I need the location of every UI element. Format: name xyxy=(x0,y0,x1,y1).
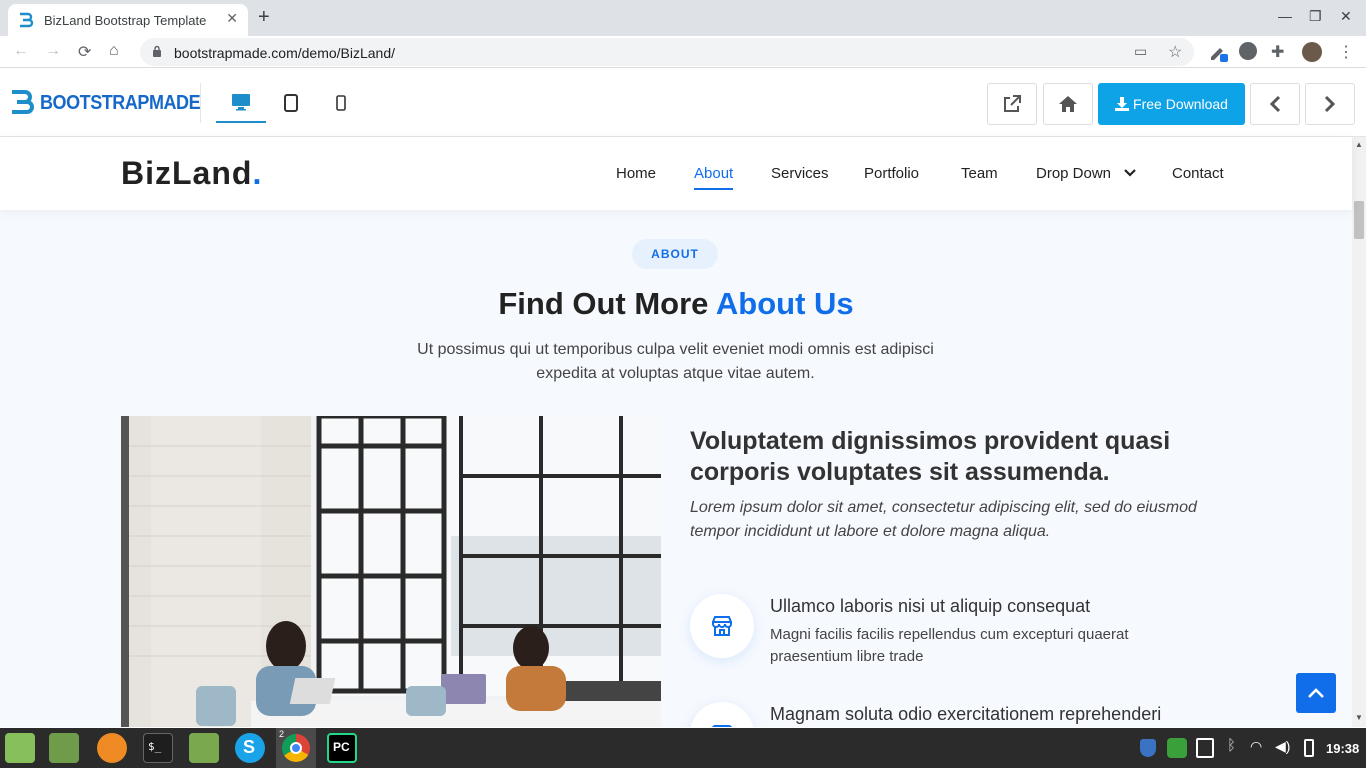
scroll-down-arrow-icon[interactable]: ▼ xyxy=(1355,713,1363,722)
bootstrapmade-logo-icon xyxy=(12,90,34,114)
image-icon xyxy=(712,725,732,727)
extension-mask-icon[interactable] xyxy=(1239,42,1257,60)
desktop-view-button[interactable] xyxy=(216,83,266,123)
tablet-icon xyxy=(284,94,298,112)
site-logo-dot: . xyxy=(252,155,263,191)
site-logo-text: BizLand xyxy=(121,155,253,191)
bootstrapmade-logo-text: BOOTSTRAPMADE xyxy=(40,91,201,114)
feature-2-icon-wrap xyxy=(690,702,754,727)
close-tab-icon[interactable]: ✕ xyxy=(226,10,238,27)
section-lead: Ut possimus qui ut temporibus culpa veli… xyxy=(417,341,934,382)
clipboard-icon[interactable] xyxy=(1196,738,1214,758)
about-italic-text: Lorem ipsum dolor sit amet, consectetur … xyxy=(690,499,1197,540)
restore-window-icon[interactable]: ❐ xyxy=(1309,8,1322,25)
terminal-icon[interactable]: $_ xyxy=(143,733,173,763)
bluetooth-icon[interactable]: ᛒ xyxy=(1227,737,1236,754)
desktop-icon xyxy=(232,94,250,111)
show-desktop-icon[interactable] xyxy=(49,733,79,763)
tablet-view-button[interactable] xyxy=(266,83,316,123)
extensions-puzzle-icon[interactable]: ✚ xyxy=(1271,42,1284,62)
volume-icon[interactable]: ◀) xyxy=(1275,738,1290,755)
battery-icon[interactable] xyxy=(1304,739,1314,757)
about-photo xyxy=(121,416,661,727)
extension-pen-icon[interactable] xyxy=(1208,42,1228,62)
minimize-window-icon[interactable]: — xyxy=(1278,8,1292,24)
browser-tab[interactable]: BizLand Bootstrap Template ✕ xyxy=(8,4,248,36)
os-taskbar: $_ S 2 PC ᛒ ◠ ◀) 19:38 xyxy=(0,728,1366,768)
profile-avatar[interactable] xyxy=(1302,42,1322,62)
free-download-label: Free Download xyxy=(1133,96,1228,112)
page-scrollbar[interactable]: ▲ ▼ xyxy=(1352,137,1366,727)
feature-1-icon-wrap xyxy=(690,594,754,658)
browser-toolbar: ← → ⟳ ⌂ bootstrapmade.com/demo/BizLand/ … xyxy=(0,36,1366,68)
next-template-button[interactable] xyxy=(1305,83,1355,125)
bookmark-star-icon[interactable]: ☆ xyxy=(1168,42,1182,62)
close-window-icon[interactable]: ✕ xyxy=(1340,8,1352,25)
browser-tab-strip: BizLand Bootstrap Template ✕ + — ❐ ✕ xyxy=(0,0,1366,36)
cast-icon[interactable]: ▭ xyxy=(1134,43,1147,60)
section-title-accent: About Us xyxy=(715,286,854,321)
house-icon xyxy=(1059,96,1077,112)
previous-template-button[interactable] xyxy=(1250,83,1300,125)
section-title: Find Out More About Us xyxy=(0,286,1352,322)
url-text: bootstrapmade.com/demo/BizLand/ xyxy=(174,45,396,61)
nav-services[interactable]: Services xyxy=(771,165,829,182)
chrome-window-count: 2 xyxy=(279,729,285,739)
section-title-prefix: Find Out More xyxy=(498,286,716,321)
nav-home[interactable]: Home xyxy=(616,165,656,182)
mobile-icon xyxy=(336,95,346,111)
shield-icon[interactable] xyxy=(1140,739,1156,757)
open-new-window-button[interactable] xyxy=(987,83,1037,125)
tab-title: BizLand Bootstrap Template xyxy=(44,12,207,28)
chevron-right-icon xyxy=(1324,95,1336,113)
preview-toolbar: BOOTSTRAPMADE Free Download xyxy=(0,69,1366,137)
scrollbar-thumb[interactable] xyxy=(1354,201,1364,239)
external-link-icon xyxy=(1004,95,1021,112)
home-icon[interactable]: ⌂ xyxy=(109,42,119,60)
nav-contact[interactable]: Contact xyxy=(1172,165,1224,182)
update-check-icon[interactable] xyxy=(1167,738,1187,758)
store-icon xyxy=(712,616,732,636)
wifi-icon[interactable]: ◠ xyxy=(1250,738,1262,755)
download-icon xyxy=(1115,97,1130,111)
taskbar-clock[interactable]: 19:38 xyxy=(1326,741,1359,756)
site-header: BizLand. Home About Services Portfolio T… xyxy=(0,137,1352,210)
mint-menu-icon[interactable] xyxy=(5,733,35,763)
firefox-icon[interactable] xyxy=(97,733,127,763)
feature-1-title[interactable]: Ullamco laboris nisi ut aliquip consequa… xyxy=(770,596,1090,617)
feature-1-desc: Magni facilis facilis repellendus cum ex… xyxy=(770,626,1129,665)
chevron-left-icon xyxy=(1269,95,1281,113)
nav-about[interactable]: About xyxy=(694,165,734,190)
chrome-taskbar-active[interactable]: 2 xyxy=(276,728,316,768)
chrome-icon-center xyxy=(290,742,302,754)
preview-divider xyxy=(200,83,201,123)
forward-arrow-icon[interactable]: → xyxy=(45,42,61,60)
site-logo[interactable]: BizLand. xyxy=(121,155,262,192)
scroll-up-arrow-icon[interactable]: ▲ xyxy=(1355,140,1363,149)
back-arrow-icon[interactable]: ← xyxy=(13,42,29,60)
nav-team[interactable]: Team xyxy=(961,165,998,182)
bootstrapmade-favicon-icon xyxy=(20,12,34,28)
about-section: ABOUT Find Out More About Us Ut possimus… xyxy=(0,210,1352,727)
pycharm-icon[interactable]: PC xyxy=(327,733,357,763)
feature-2-title[interactable]: Magnam soluta odio exercitationem repreh… xyxy=(770,704,1161,725)
chevron-up-icon xyxy=(1308,688,1324,698)
reload-icon[interactable]: ⟳ xyxy=(78,42,91,62)
new-tab-button[interactable]: + xyxy=(258,6,270,29)
files-icon[interactable] xyxy=(189,733,219,763)
template-home-button[interactable] xyxy=(1043,83,1093,125)
section-badge: ABOUT xyxy=(632,239,718,269)
back-to-top-button[interactable] xyxy=(1296,673,1336,713)
lock-icon xyxy=(153,45,161,57)
nav-portfolio[interactable]: Portfolio xyxy=(864,165,919,182)
skype-icon[interactable]: S xyxy=(235,733,265,763)
free-download-button[interactable]: Free Download xyxy=(1098,83,1245,125)
mobile-view-button[interactable] xyxy=(316,83,366,123)
chrome-menu-icon[interactable]: ⋮ xyxy=(1338,42,1354,62)
address-bar[interactable]: bootstrapmade.com/demo/BizLand/ ▭ ☆ xyxy=(140,38,1194,66)
chevron-down-icon[interactable] xyxy=(1124,168,1136,178)
bootstrapmade-logo[interactable]: BOOTSTRAPMADE xyxy=(10,89,218,117)
nav-drop-down[interactable]: Drop Down xyxy=(1036,165,1111,182)
about-subheading: Voluptatem dignissimos provident quasi c… xyxy=(690,427,1171,486)
